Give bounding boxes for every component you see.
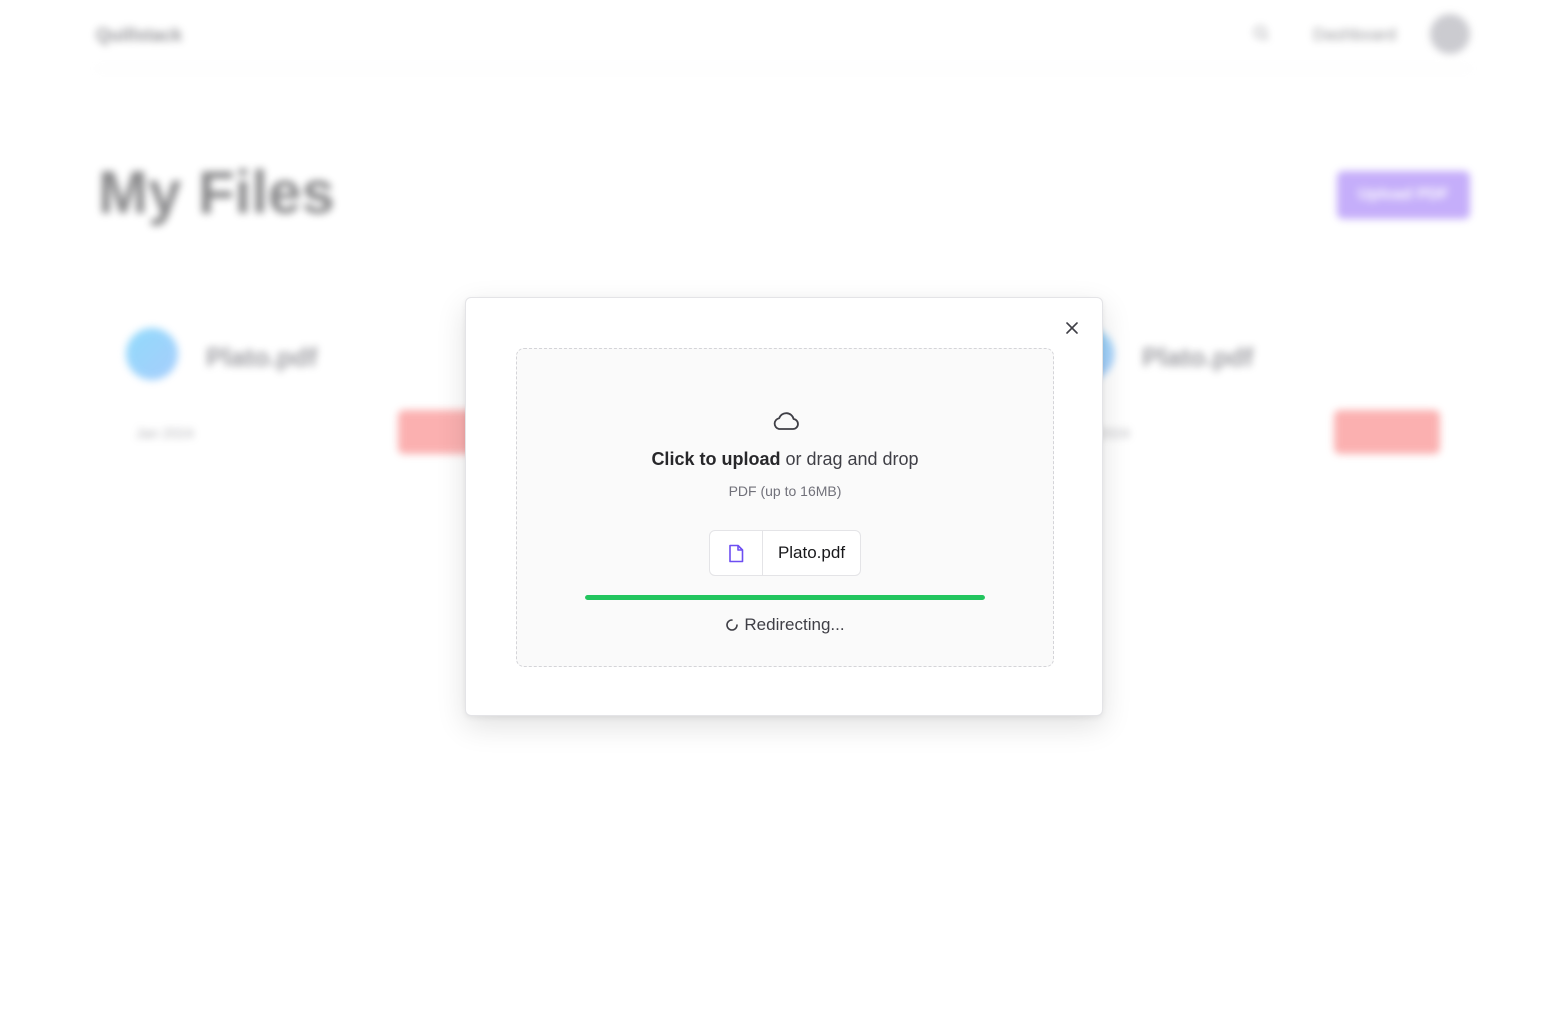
dropzone-subtitle: PDF (up to 16MB) bbox=[728, 483, 842, 499]
file-icon-box bbox=[710, 531, 763, 575]
click-to-upload-text[interactable]: Click to upload bbox=[651, 449, 780, 469]
file-card-name: Plato.pdf bbox=[206, 342, 318, 372]
selected-file-chip: Plato.pdf bbox=[709, 530, 861, 576]
drag-and-drop-text: or drag and drop bbox=[780, 449, 919, 469]
search-icon[interactable] bbox=[1252, 24, 1270, 42]
upload-dropzone[interactable]: Click to upload or drag and drop PDF (up… bbox=[516, 348, 1054, 667]
cloud-icon bbox=[773, 412, 799, 430]
delete-file-button[interactable] bbox=[1334, 410, 1440, 454]
close-button[interactable] bbox=[1062, 318, 1082, 338]
status-text: Redirecting... bbox=[744, 615, 845, 634]
user-avatar[interactable] bbox=[1430, 14, 1470, 54]
spinner-icon bbox=[726, 619, 739, 631]
upload-status: Redirecting... bbox=[517, 615, 1053, 635]
close-icon bbox=[1066, 322, 1078, 334]
file-card[interactable]: Plato.pdf Jan 2024 bbox=[96, 310, 504, 480]
upload-progress-fill bbox=[585, 595, 985, 600]
brand-logo[interactable]: Quillstack bbox=[96, 25, 182, 46]
upload-pdf-button[interactable]: Upload PDF bbox=[1337, 171, 1470, 219]
upload-dialog: Click to upload or drag and drop PDF (up… bbox=[465, 297, 1103, 716]
dropzone-title: Click to upload or drag and drop bbox=[517, 449, 1053, 470]
nav-dashboard-link[interactable]: Dashboard bbox=[1313, 25, 1396, 45]
selected-file-name: Plato.pdf bbox=[777, 543, 846, 562]
top-navigation: Quillstack Dashboard bbox=[96, 0, 1471, 69]
page-title: My Files bbox=[98, 159, 335, 226]
upload-progress-bar bbox=[585, 595, 985, 600]
file-card-name: Plato.pdf bbox=[1142, 342, 1254, 372]
file-icon bbox=[729, 544, 744, 562]
file-card-date: Jan 2024 bbox=[136, 425, 194, 441]
file-avatar bbox=[126, 328, 178, 380]
